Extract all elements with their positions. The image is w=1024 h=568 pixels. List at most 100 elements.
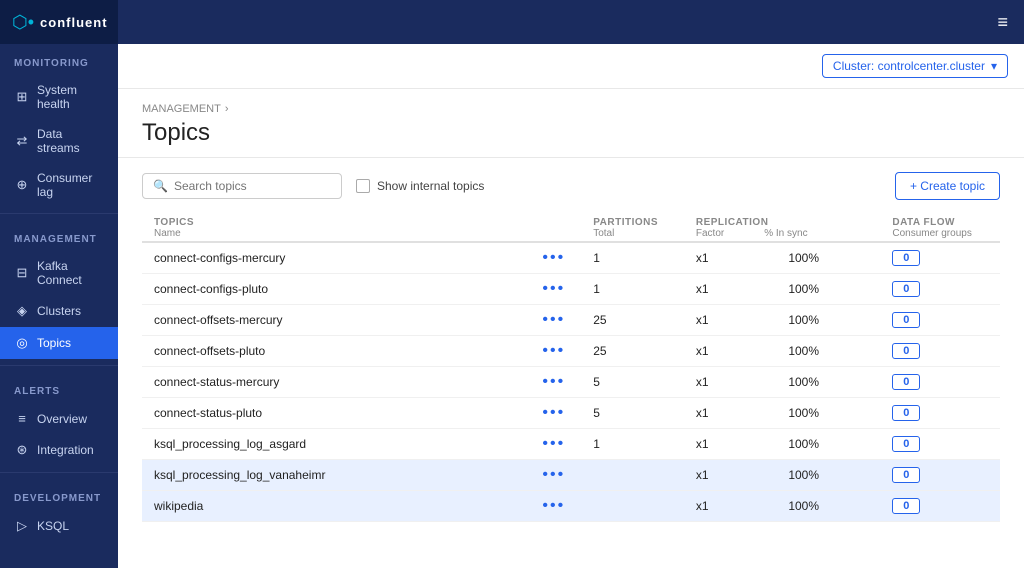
sidebar-section-management: MANAGEMENT ⊟ Kafka Connect ◈ Clusters ◎ …	[0, 220, 118, 359]
table-row[interactable]: wikipedia ••• x1 100% 0	[142, 491, 1000, 522]
row-options-button[interactable]: •••	[538, 436, 569, 452]
cluster-selector[interactable]: Cluster: controlcenter.cluster ▾	[822, 54, 1008, 78]
row-options-button[interactable]: •••	[538, 343, 569, 359]
cluster-dropdown-icon: ▾	[991, 59, 997, 73]
row-options-button[interactable]: •••	[538, 498, 569, 514]
row-options-button[interactable]: •••	[538, 374, 569, 390]
cell-total	[581, 491, 684, 522]
data-streams-icon: ⇄	[14, 133, 30, 149]
table-row[interactable]: ksql_processing_log_asgard ••• 1 x1 100%…	[142, 429, 1000, 460]
sidebar-item-topics[interactable]: ◎ Topics	[0, 327, 118, 359]
sidebar-item-overview[interactable]: ≡ Overview	[0, 403, 118, 434]
cell-sync: 100%	[776, 460, 880, 491]
cell-factor: x1	[684, 398, 776, 429]
topbar: ≡	[118, 0, 1024, 44]
system-health-icon: ⊞	[14, 89, 30, 105]
row-options-button[interactable]: •••	[538, 281, 569, 297]
cell-sync: 100%	[776, 429, 880, 460]
table-row[interactable]: connect-offsets-mercury ••• 25 x1 100% 0	[142, 305, 1000, 336]
th-replication-group: Replication Factor % In sync	[684, 210, 880, 242]
cell-name: ksql_processing_log_asgard •••	[142, 429, 581, 460]
cell-factor: x1	[684, 460, 776, 491]
table-row[interactable]: connect-status-pluto ••• 5 x1 100% 0	[142, 398, 1000, 429]
search-input[interactable]	[174, 179, 331, 193]
cell-sync: 100%	[776, 367, 880, 398]
page-header: MANAGEMENT › Topics	[118, 89, 1024, 158]
cell-name: wikipedia •••	[142, 491, 581, 522]
create-topic-button[interactable]: + Create topic	[895, 172, 1000, 200]
cell-total: 5	[581, 398, 684, 429]
cell-factor: x1	[684, 367, 776, 398]
cluster-label: Cluster: controlcenter.cluster	[833, 59, 985, 73]
sidebar-section-development: DEVELOPMENT ▷ KSQL	[0, 479, 118, 542]
cell-name: connect-status-mercury •••	[142, 367, 581, 398]
cell-name: connect-configs-pluto •••	[142, 274, 581, 305]
topics-table: Topics Name Partitions Total Replication…	[142, 210, 1000, 522]
hamburger-menu-icon[interactable]: ≡	[997, 12, 1008, 33]
cell-total: 1	[581, 274, 684, 305]
cell-total: 1	[581, 429, 684, 460]
th-topics: Topics Name	[142, 210, 581, 242]
cell-name: connect-offsets-mercury •••	[142, 305, 581, 336]
show-internal-checkbox[interactable]	[356, 179, 370, 193]
page-title: Topics	[142, 119, 1000, 147]
th-partitions-group: Partitions Total	[581, 210, 684, 242]
clusters-icon: ◈	[14, 303, 30, 319]
th-data-flow: Data flow Consumer groups	[880, 210, 1000, 242]
cell-total: 25	[581, 336, 684, 367]
logo-text: confluent	[40, 15, 108, 30]
table-row[interactable]: connect-status-mercury ••• 5 x1 100% 0	[142, 367, 1000, 398]
table-row[interactable]: connect-offsets-pluto ••• 25 x1 100% 0	[142, 336, 1000, 367]
toolbar-left: 🔍 Show internal topics	[142, 173, 484, 199]
cell-flow: 0	[880, 460, 1000, 491]
sidebar-section-monitoring: MONITORING ⊞ System health ⇄ Data stream…	[0, 44, 118, 207]
row-options-button[interactable]: •••	[538, 405, 569, 421]
cell-sync: 100%	[776, 274, 880, 305]
sidebar: ⬡• confluent MONITORING ⊞ System health …	[0, 0, 118, 568]
cell-flow: 0	[880, 336, 1000, 367]
cell-total: 1	[581, 242, 684, 274]
cell-factor: x1	[684, 336, 776, 367]
show-internal-label[interactable]: Show internal topics	[356, 179, 484, 193]
cell-flow: 0	[880, 274, 1000, 305]
sidebar-item-kafka-connect[interactable]: ⊟ Kafka Connect	[0, 251, 118, 295]
cell-factor: x1	[684, 491, 776, 522]
cell-factor: x1	[684, 305, 776, 336]
logo: ⬡• confluent	[0, 0, 118, 44]
cell-flow: 0	[880, 429, 1000, 460]
cell-sync: 100%	[776, 398, 880, 429]
ksql-icon: ▷	[14, 518, 30, 534]
sidebar-item-consumer-lag[interactable]: ⊕ Consumer lag	[0, 163, 118, 207]
cell-flow: 0	[880, 242, 1000, 274]
sidebar-item-ksql[interactable]: ▷ KSQL	[0, 510, 118, 542]
overview-icon: ≡	[14, 411, 30, 426]
topics-icon: ◎	[14, 335, 30, 351]
cell-flow: 0	[880, 367, 1000, 398]
sidebar-item-integration[interactable]: ⊛ Integration	[0, 434, 118, 466]
cell-flow: 0	[880, 398, 1000, 429]
table-row[interactable]: connect-configs-pluto ••• 1 x1 100% 0	[142, 274, 1000, 305]
cell-name: connect-status-pluto •••	[142, 398, 581, 429]
sidebar-item-system-health[interactable]: ⊞ System health	[0, 75, 118, 119]
row-options-button[interactable]: •••	[538, 250, 569, 266]
row-options-button[interactable]: •••	[538, 312, 569, 328]
cell-sync: 100%	[776, 242, 880, 274]
breadcrumb-separator: ›	[225, 103, 229, 115]
cell-total: 25	[581, 305, 684, 336]
alerts-label: ALERTS	[0, 372, 118, 403]
row-options-button[interactable]: •••	[538, 467, 569, 483]
sidebar-section-alerts: ALERTS ≡ Overview ⊛ Integration	[0, 372, 118, 466]
search-icon: 🔍	[153, 179, 168, 193]
breadcrumb: MANAGEMENT ›	[142, 103, 1000, 115]
management-label: MANAGEMENT	[0, 220, 118, 251]
cell-name: connect-configs-mercury •••	[142, 242, 581, 274]
cell-sync: 100%	[776, 336, 880, 367]
sidebar-item-data-streams[interactable]: ⇄ Data streams	[0, 119, 118, 163]
cell-flow: 0	[880, 491, 1000, 522]
kafka-connect-icon: ⊟	[14, 265, 30, 281]
search-box[interactable]: 🔍	[142, 173, 342, 199]
cell-total: 5	[581, 367, 684, 398]
sidebar-item-clusters[interactable]: ◈ Clusters	[0, 295, 118, 327]
table-row[interactable]: ksql_processing_log_vanaheimr ••• x1 100…	[142, 460, 1000, 491]
table-row[interactable]: connect-configs-mercury ••• 1 x1 100% 0	[142, 242, 1000, 274]
